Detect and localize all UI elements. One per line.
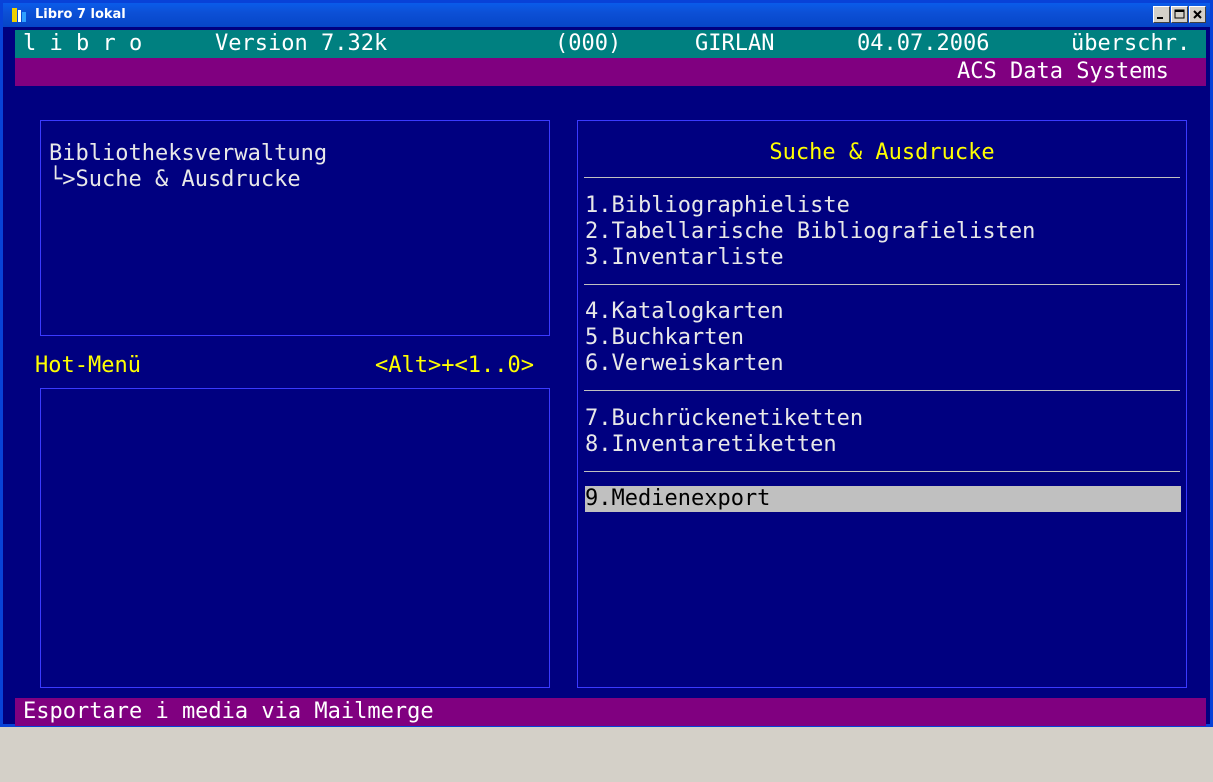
maximize-icon <box>1174 9 1185 19</box>
menu-divider <box>584 390 1180 391</box>
libro-app-icon <box>11 7 27 23</box>
terminal-screen[interactable]: l i b r o Version 7.32k (000) GIRLAN 04.… <box>15 30 1206 726</box>
menu-panel: Suche & Ausdrucke 1.Bibliographieliste 2… <box>577 120 1187 688</box>
window-title: Libro 7 lokal <box>35 7 126 22</box>
hotmenu-label: Hot-Menü <box>35 353 141 378</box>
menu-item-buchkarten[interactable]: 5.Buchkarten <box>585 325 744 351</box>
close-button[interactable] <box>1189 6 1206 23</box>
insert-mode: überschr. <box>1071 31 1191 56</box>
help-text: Esportare i media via Mailmerge <box>23 699 434 724</box>
minimize-icon <box>1157 17 1163 19</box>
menu-item-tabellarische-bibliografielisten[interactable]: 2.Tabellarische Bibliografielisten <box>585 219 1035 245</box>
company-bar: ACS Data Systems <box>15 58 1206 86</box>
menu-divider <box>584 284 1180 285</box>
context-panel: Bibliotheksverwaltung └>Suche & Ausdruck… <box>40 120 550 336</box>
company-name: ACS Data Systems <box>957 59 1169 84</box>
menu-item-buchrueckenetiketten[interactable]: 7.Buchrückenetiketten <box>585 406 863 432</box>
menu-item-medienexport[interactable]: 9.Medienexport <box>585 486 1181 512</box>
context-current: └>Suche & Ausdrucke <box>49 167 301 192</box>
minimize-button[interactable] <box>1153 6 1170 23</box>
version-label: Version 7.32k <box>215 31 388 56</box>
status-date: 04.07.2006 <box>857 31 990 56</box>
hotmenu-panel[interactable] <box>40 388 550 688</box>
terminal-code: (000) <box>555 31 622 56</box>
menu-item-inventaretiketten[interactable]: 8.Inventaretiketten <box>585 432 837 458</box>
context-root: Bibliotheksverwaltung <box>49 141 328 166</box>
menu-item-inventarliste[interactable]: 3.Inventarliste <box>585 245 784 271</box>
app-name: l i b r o <box>23 31 143 56</box>
close-icon <box>1193 10 1202 19</box>
maximize-button[interactable] <box>1171 6 1188 23</box>
site-name: GIRLAN <box>695 31 775 56</box>
menu-item-katalogkarten[interactable]: 4.Katalogkarten <box>585 299 784 325</box>
menu-item-bibliographieliste[interactable]: 1.Bibliographieliste <box>585 193 850 219</box>
help-bar: Esportare i media via Mailmerge <box>15 698 1206 726</box>
status-bar: l i b r o Version 7.32k (000) GIRLAN 04.… <box>15 30 1206 58</box>
hotmenu-shortcut: <Alt>+<1..0> <box>375 353 534 378</box>
menu-title: Suche & Ausdrucke <box>769 140 995 165</box>
title-bar[interactable]: Libro 7 lokal <box>3 3 1210 27</box>
menu-item-verweiskarten[interactable]: 6.Verweiskarten <box>585 351 784 377</box>
menu-divider <box>584 471 1180 472</box>
menu-divider <box>584 177 1180 178</box>
app-window: Libro 7 lokal l i b r o Version 7.32k (0… <box>0 0 1213 727</box>
